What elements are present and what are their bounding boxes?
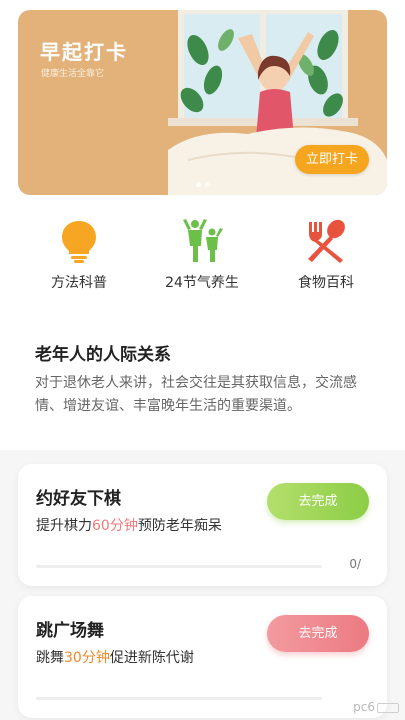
people-icon [183,219,223,262]
category-label: 24节气养生 [165,275,239,291]
task-progress-bar [36,565,322,568]
task-description: 跳舞30分钟促进新陈代谢 [36,650,194,666]
task-duration-highlight: 30分钟 [64,650,110,666]
article-title[interactable]: 老年人的人际关系 [35,340,171,365]
site-watermark: pc6 [353,700,399,714]
task-duration-highlight: 60分钟 [92,518,138,534]
complete-task-button[interactable]: 去完成 [267,483,369,520]
task-progress-count: 0/ [349,557,361,571]
complete-task-button[interactable]: 去完成 [267,615,369,652]
early-checkin-banner[interactable]: 早起打卡 健康生活全靠它 立即打卡 [18,10,387,195]
category-food-encyclopedia[interactable]: 食物百科 [271,218,381,292]
task-title: 跳广场舞 [36,621,104,641]
banner-title: 早起打卡 [40,40,128,64]
checkin-now-button[interactable]: 立即打卡 [295,145,369,174]
carousel-dot-2[interactable] [204,182,210,187]
lightbulb-icon [62,221,96,263]
utensils-icon [308,219,345,263]
category-label: 食物百科 [298,275,354,291]
carousel-dots[interactable] [18,182,387,187]
task-title: 约好友下棋 [36,489,121,509]
task-progress-bar [36,697,322,700]
task-card-chess: 约好友下棋 提升棋力60分钟预防老年痴呆 去完成 0/ [18,464,387,586]
task-description: 提升棋力60分钟预防老年痴呆 [36,518,222,534]
category-solar-terms[interactable]: 24节气养生 [147,218,257,292]
task-card-square-dance: 跳广场舞 跳舞30分钟促进新陈代谢 去完成 [18,596,387,718]
banner-subtitle: 健康生活全靠它 [41,69,105,79]
article-description: 对于退休老人来讲，社会交往是其获取信息，交流感情、增进友谊、丰富晚年生活的重要渠… [35,375,357,414]
category-label: 方法科普 [51,275,107,291]
category-methods[interactable]: 方法科普 [24,218,134,292]
carousel-dot-1[interactable] [195,182,201,187]
